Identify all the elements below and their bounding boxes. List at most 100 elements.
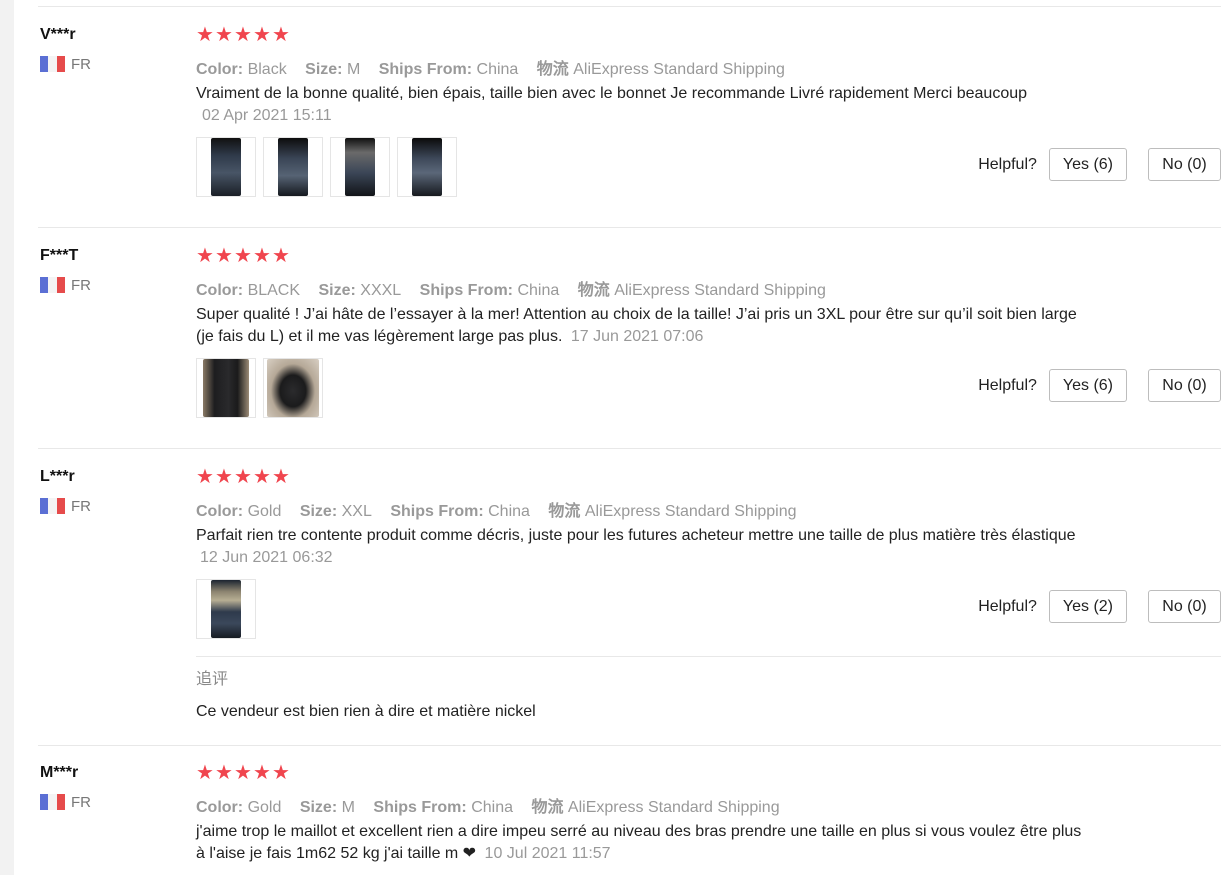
france-flag-icon xyxy=(40,794,65,810)
helpful-no-button[interactable]: No (0) xyxy=(1148,148,1221,181)
star-rating: ★ ★ ★ ★ ★ xyxy=(196,466,1221,488)
review-item: F***T FR ★ ★ ★ ★ ★ Color: BLACK Size: XXXL S… xyxy=(38,245,1221,449)
reviewer-name: L***r xyxy=(40,468,75,485)
country-code: FR xyxy=(71,55,91,73)
reviewer-info: V***r FR xyxy=(40,24,91,74)
star-rating: ★ ★ ★ ★ ★ xyxy=(196,245,1221,267)
reviewer-info: M***r FR xyxy=(40,762,91,812)
country-code: FR xyxy=(71,793,91,811)
star-icon: ★ xyxy=(234,245,252,267)
country-code: FR xyxy=(71,276,91,294)
helpful-yes-button[interactable]: Yes (2) xyxy=(1048,590,1127,623)
follow-up-review: 追评 Ce vendeur est bien rien à dire et ma… xyxy=(196,656,1221,721)
logistics-label: 物流 xyxy=(536,61,569,78)
review-photo-thumbnail[interactable] xyxy=(263,358,323,418)
review-date: 10 Jul 2021 11:57 xyxy=(484,845,611,862)
size-value: XXXL xyxy=(360,282,402,299)
size-label: Size: xyxy=(318,282,356,299)
star-rating: ★ ★ ★ ★ ★ xyxy=(196,24,1221,46)
review-photo-thumbnail[interactable] xyxy=(196,358,256,418)
helpful-yes-button[interactable]: Yes (6) xyxy=(1048,369,1127,402)
ships-from-label: Ships From: xyxy=(390,503,484,520)
france-flag-icon xyxy=(40,498,65,514)
star-icon: ★ xyxy=(196,762,214,784)
review-text-block: Vraiment de la bonne qualité, bien épais… xyxy=(196,83,1086,127)
review-date: 17 Jun 2021 07:06 xyxy=(570,328,704,345)
review-photo-thumbnail[interactable] xyxy=(196,137,256,197)
star-icon: ★ xyxy=(196,245,214,267)
star-icon: ★ xyxy=(234,24,252,46)
star-icon: ★ xyxy=(215,245,233,267)
review-date: 12 Jun 2021 06:32 xyxy=(200,549,333,566)
review-photo-thumbnail[interactable] xyxy=(263,137,323,197)
star-icon: ★ xyxy=(215,24,233,46)
size-label: Size: xyxy=(305,61,343,78)
ships-from-label: Ships From: xyxy=(373,799,467,816)
color-label: Color: xyxy=(196,282,244,299)
france-flag-icon xyxy=(40,277,65,293)
helpful-label: Helpful? xyxy=(978,376,1037,394)
review-item: V***r FR ★ ★ ★ ★ ★ Color: Black Size: M Ship… xyxy=(38,24,1221,228)
order-specs: Color: Gold Size: M Ships From: China 物流… xyxy=(196,793,1221,816)
star-icon: ★ xyxy=(272,24,290,46)
ships-from-label: Ships From: xyxy=(419,282,513,299)
logistics-label: 物流 xyxy=(577,282,610,299)
review-text: j'aime trop le maillot et excellent rien… xyxy=(196,823,1082,862)
star-icon: ★ xyxy=(196,466,214,488)
helpful-votes: Helpful? Yes (6) No (0) xyxy=(978,369,1221,402)
reviewer-info: L***r FR xyxy=(40,466,91,516)
reviewer-name: M***r xyxy=(40,764,79,781)
reviewer-info: F***T FR xyxy=(40,245,91,295)
color-value: BLACK xyxy=(247,282,301,299)
size-label: Size: xyxy=(299,503,338,520)
reviewer-name: F***T xyxy=(40,247,79,264)
star-icon: ★ xyxy=(253,245,271,267)
review-photo-thumbnail[interactable] xyxy=(196,579,256,639)
reviewer-name: V***r xyxy=(40,26,76,43)
reviewer-country: FR xyxy=(40,496,91,516)
color-label: Color: xyxy=(196,61,244,78)
review-photo-thumbnail[interactable] xyxy=(397,137,457,197)
review-item: M***r FR ★ ★ ★ ★ ★ Color: Gold Size: M Ships… xyxy=(38,762,1221,875)
star-icon: ★ xyxy=(253,762,271,784)
color-value: Black xyxy=(247,61,287,78)
helpful-no-button[interactable]: No (0) xyxy=(1148,590,1221,623)
star-icon: ★ xyxy=(234,466,252,488)
ships-from-value: China xyxy=(517,282,560,299)
order-specs: Color: Gold Size: XXL Ships From: China … xyxy=(196,497,1221,520)
star-icon: ★ xyxy=(215,762,233,784)
top-divider xyxy=(38,6,1221,7)
review-date: 02 Apr 2021 15:11 xyxy=(202,107,332,124)
follow-up-text: Ce vendeur est bien rien à dire et matiè… xyxy=(196,703,536,720)
helpful-label: Helpful? xyxy=(978,597,1037,615)
star-icon: ★ xyxy=(196,24,214,46)
star-icon: ★ xyxy=(253,24,271,46)
ships-from-value: China xyxy=(488,503,530,520)
country-code: FR xyxy=(71,497,91,515)
size-label: Size: xyxy=(299,799,338,816)
helpful-votes: Helpful? Yes (6) No (0) xyxy=(978,148,1221,181)
ships-from-label: Ships From: xyxy=(378,61,473,78)
star-icon: ★ xyxy=(215,466,233,488)
helpful-no-button[interactable]: No (0) xyxy=(1148,369,1221,402)
helpful-yes-button[interactable]: Yes (6) xyxy=(1048,148,1127,181)
shipping-method: AliExpress Standard Shipping xyxy=(614,282,826,299)
star-rating: ★ ★ ★ ★ ★ xyxy=(196,762,1221,784)
review-photo-thumbnail[interactable] xyxy=(330,137,390,197)
france-flag-icon xyxy=(40,56,65,72)
star-icon: ★ xyxy=(272,245,290,267)
reviewer-country: FR xyxy=(40,792,91,812)
helpful-label: Helpful? xyxy=(978,155,1037,173)
star-icon: ★ xyxy=(272,762,290,784)
ships-from-value: China xyxy=(476,61,519,78)
review-text: Vraiment de la bonne qualité, bien épais… xyxy=(196,85,1028,102)
size-value: M xyxy=(346,61,361,78)
star-icon: ★ xyxy=(272,466,290,488)
review-content: ★ ★ ★ ★ ★ Color: Gold Size: M Ships From: Ch… xyxy=(196,762,1221,865)
color-value: Gold xyxy=(247,503,282,520)
star-icon: ★ xyxy=(234,762,252,784)
logistics-label: 物流 xyxy=(548,503,581,520)
color-label: Color: xyxy=(196,799,244,816)
helpful-votes: Helpful? Yes (2) No (0) xyxy=(978,590,1221,623)
shipping-method: AliExpress Standard Shipping xyxy=(573,61,785,78)
